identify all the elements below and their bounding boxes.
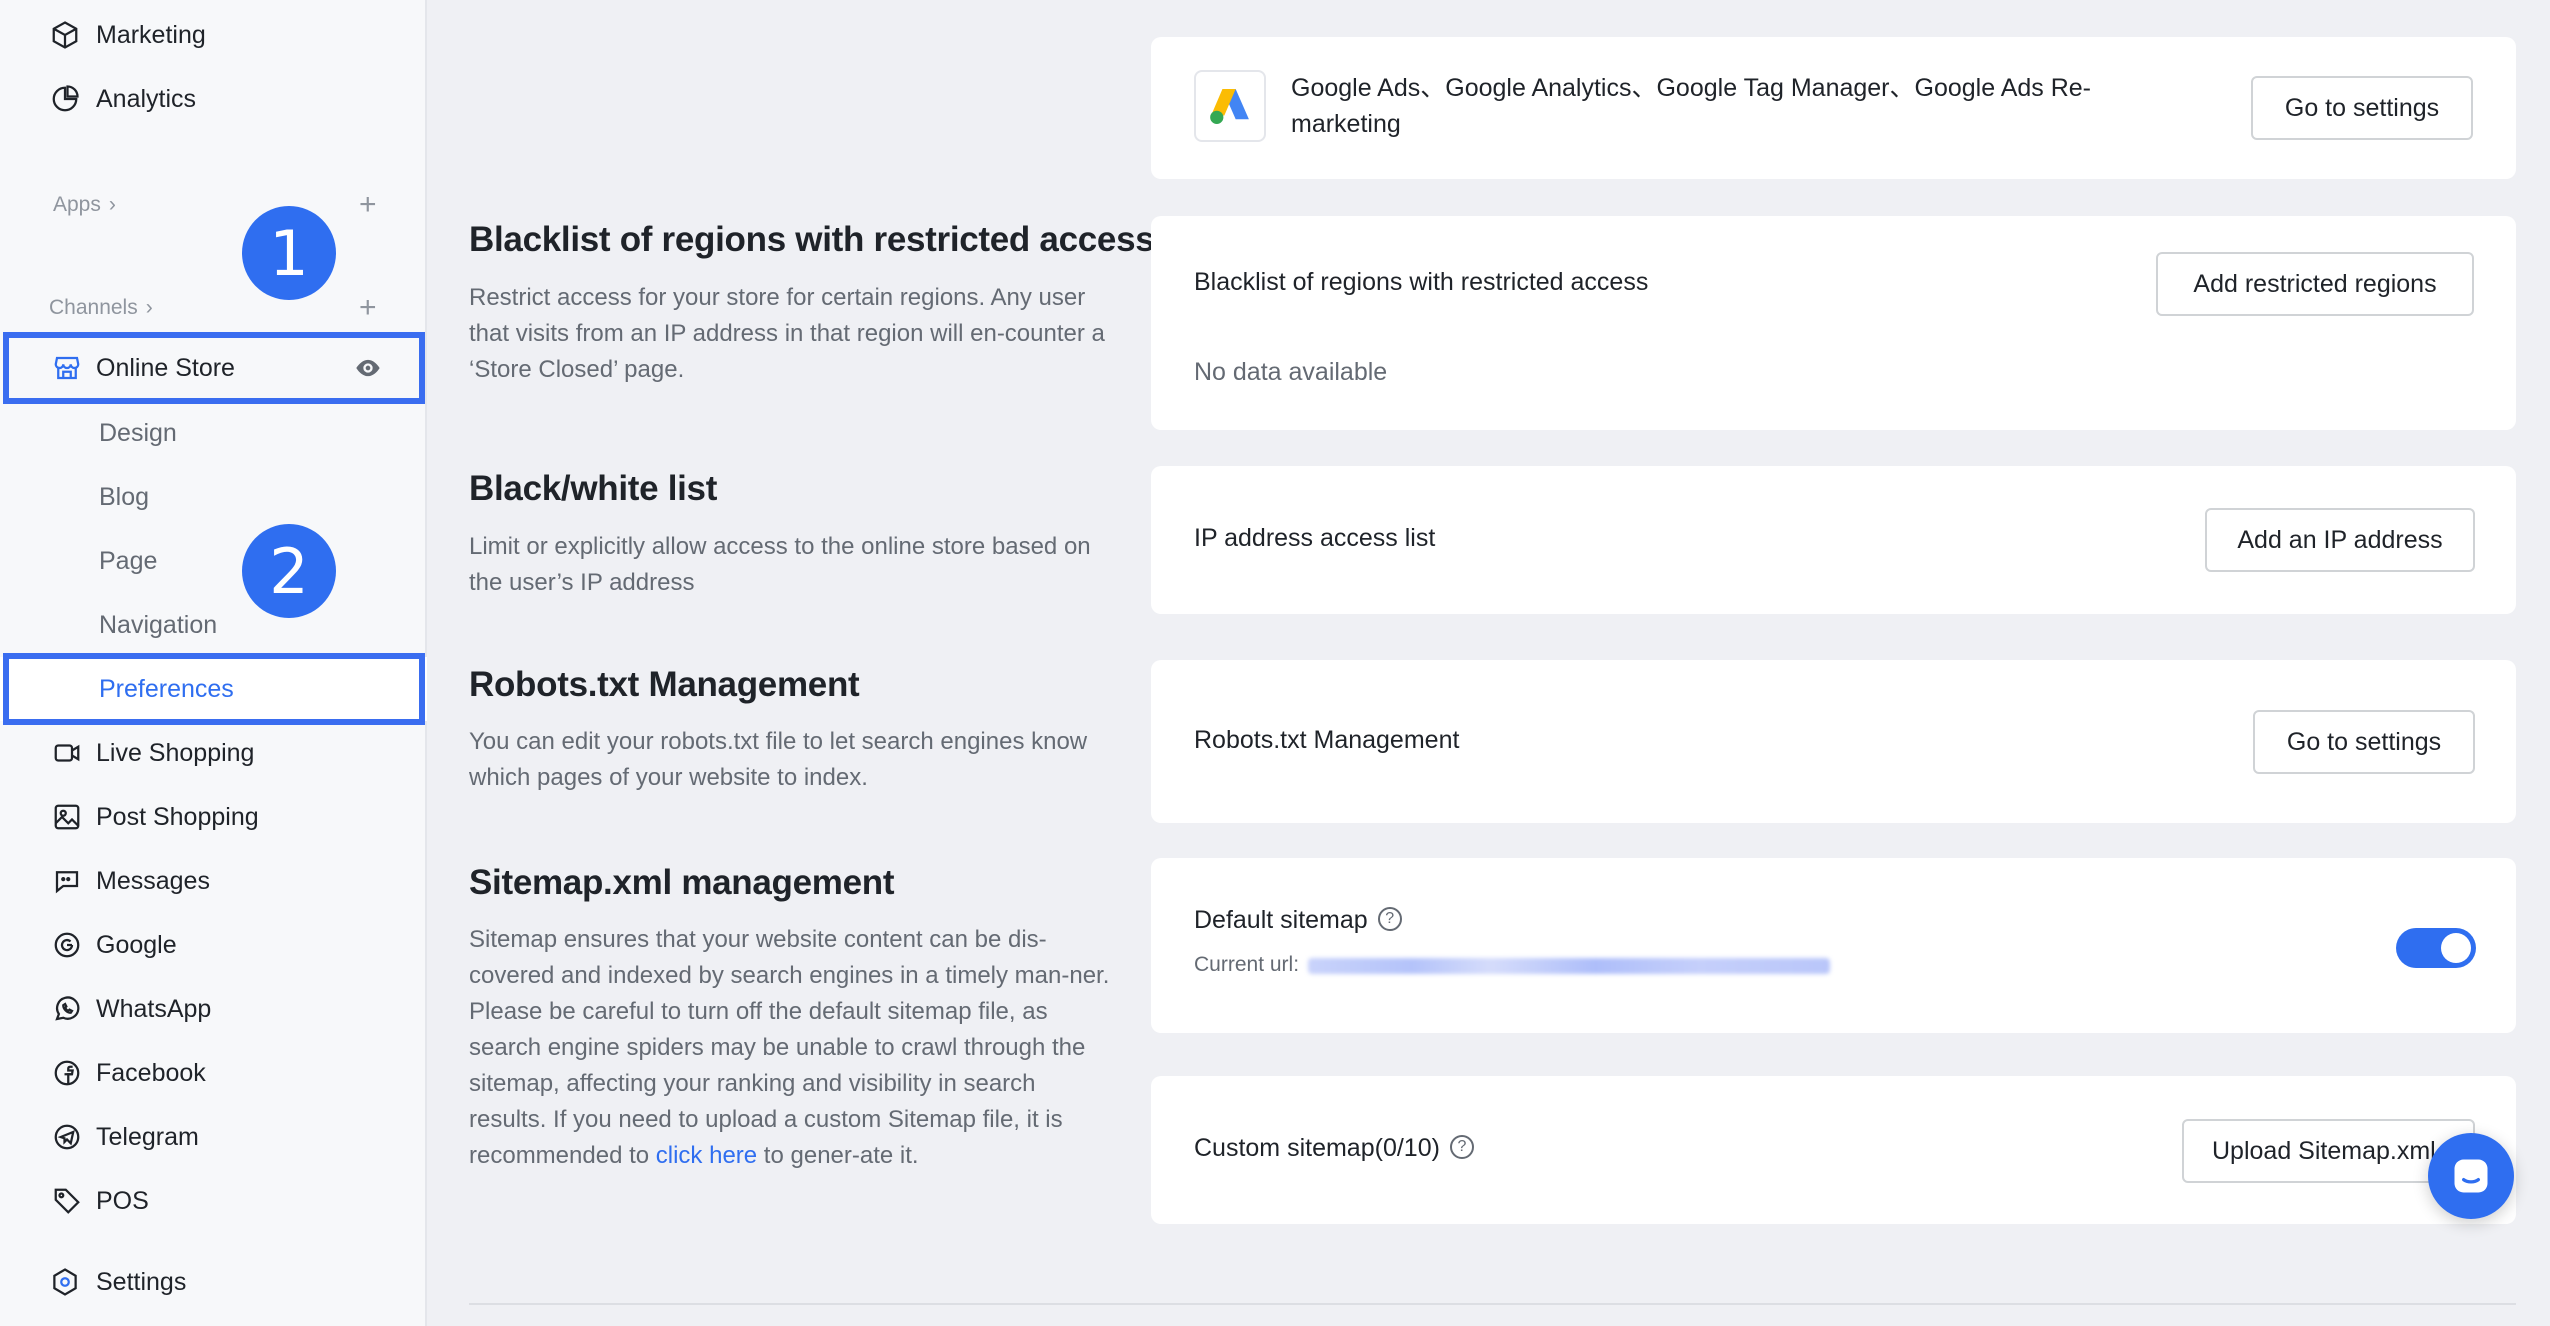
sidebar-item-post-shopping[interactable]: Post Shopping [0,785,427,849]
default-sitemap-label: Default sitemap? [1194,906,1402,935]
default-sitemap-label-text: Default sitemap [1194,906,1368,934]
sidebar-item-telegram[interactable]: Telegram [0,1105,427,1169]
sidebar-item-label: Page [99,546,158,575]
sidebar-subitem-page[interactable]: Page [0,529,427,593]
cube-icon [50,20,80,50]
google-icon [52,930,82,960]
sidebar-item-label: Google [96,930,177,959]
sidebar-item-messages[interactable]: Messages [0,849,427,913]
channels-section-header[interactable]: Channels › [49,296,153,320]
annotation-badge-2: 2 [242,524,336,618]
google-integration-card: Google Ads、Google Analytics、Google Tag M… [1151,37,2516,179]
sidebar-item-whatsapp[interactable]: WhatsApp [0,977,427,1041]
image-icon [52,802,82,832]
sidebar-item-facebook[interactable]: Facebook [0,1041,427,1105]
help-icon[interactable]: ? [1449,1135,1474,1160]
blacklist-card: Blacklist of regions with restricted acc… [1151,216,2516,430]
default-sitemap-card: Default sitemap? Current url: [1151,858,2516,1033]
click-here-link[interactable]: click here [656,1142,757,1169]
support-chat-button[interactable] [2428,1133,2514,1219]
sidebar-item-label: WhatsApp [96,994,212,1023]
annotation-badge-1: 1 [242,206,336,300]
blacklist-card-label: Blacklist of regions with restricted acc… [1194,268,1649,296]
current-url-label: Current url: [1194,953,1300,976]
current-url-value-redacted [1308,958,1830,974]
sidebar-item-label: Blog [99,482,150,511]
highlight-preferences [3,653,425,725]
sitemap-section-description: Sitemap ensures that your website conten… [469,922,1119,1174]
chat-bubble-icon [2454,1159,2488,1193]
robots-go-to-settings-button[interactable]: Go to settings [2253,710,2475,774]
sidebar-item-marketing[interactable]: Marketing [0,3,427,67]
sidebar-item-label: Analytics [96,84,197,113]
google-ads-logo-icon [1194,70,1266,142]
sidebar-item-label: Navigation [99,610,218,639]
ip-access-card: IP address access list Add an IP address [1151,466,2516,614]
telegram-icon [52,1122,82,1152]
ip-access-card-label: IP address access list [1194,524,1436,552]
bw-list-section-title: Black/white list [469,469,718,508]
add-restricted-regions-button[interactable]: Add restricted regions [2156,252,2474,316]
chevron-right-icon: › [108,193,116,216]
sidebar-subitem-blog[interactable]: Blog [0,465,427,529]
sidebar-item-label: Messages [96,866,210,895]
default-sitemap-toggle[interactable] [2396,928,2476,968]
facebook-icon [52,1058,82,1088]
robots-card-label: Robots.txt Management [1194,726,1460,754]
sidebar-item-label: POS [96,1186,149,1215]
video-icon [52,738,82,768]
blacklist-section-description: Restrict access for your store for certa… [469,284,1105,383]
chat-icon [52,866,82,896]
bw-list-section-description: Limit or explicitly allow access to the … [469,533,1091,596]
sidebar-item-pos[interactable]: POS [0,1169,427,1233]
custom-sitemap-label-text: Custom sitemap(0/10) [1194,1134,1440,1162]
robots-section-description: You can edit your robots.txt file to let… [469,728,1088,791]
sidebar-item-label: Facebook [96,1058,206,1087]
sidebar-item-label: Settings [96,1267,187,1296]
chevron-right-icon: › [145,296,153,319]
add-channel-plus-icon[interactable]: + [359,293,377,323]
content-bottom-divider [469,1303,2516,1305]
whatsapp-icon [52,994,82,1024]
robots-card: Robots.txt Management Go to settings [1151,660,2516,823]
pie-chart-icon [50,84,80,114]
robots-section-title: Robots.txt Management [469,665,860,704]
apps-label: Apps [53,193,101,216]
channels-label: Channels [49,296,138,319]
sidebar-item-label: Telegram [96,1122,199,1151]
settings-icon [50,1267,80,1297]
custom-sitemap-card: Custom sitemap(0/10)? Upload Sitemap.xml [1151,1076,2516,1224]
sidebar-item-google[interactable]: Google [0,913,427,977]
help-icon[interactable]: ? [1377,907,1402,932]
sidebar-item-label: Marketing [96,20,206,49]
highlight-online-store [3,332,425,404]
add-app-plus-icon[interactable]: + [359,190,377,220]
custom-sitemap-label: Custom sitemap(0/10)? [1194,1134,1474,1163]
sidebar-item-settings[interactable]: Settings [0,1250,427,1314]
google-go-to-settings-button[interactable]: Go to settings [2251,76,2473,140]
sidebar-item-live-shopping[interactable]: Live Shopping [0,721,427,785]
sidebar-subitem-design[interactable]: Design [0,401,427,465]
google-integrations-text: Google Ads、Google Analytics、Google Tag M… [1291,74,2092,138]
add-ip-address-button[interactable]: Add an IP address [2205,508,2475,572]
sidebar-item-analytics[interactable]: Analytics [0,67,427,131]
tag-icon [52,1186,82,1216]
sidebar-item-label: Post Shopping [96,802,259,831]
sitemap-description-tail: to gener-ate it. [757,1142,919,1169]
blacklist-empty-state: No data available [1194,358,1388,386]
sitemap-description-text: Sitemap ensures that your website conten… [469,926,1110,1169]
sidebar-subitem-navigation[interactable]: Navigation [0,593,427,657]
sidebar-item-label: Live Shopping [96,738,255,767]
apps-section-header[interactable]: Apps › [53,193,116,217]
sidebar-item-label: Design [99,418,177,447]
sitemap-section-title: Sitemap.xml management [469,863,895,902]
blacklist-section-title: Blacklist of regions with restricted acc… [469,220,1155,259]
